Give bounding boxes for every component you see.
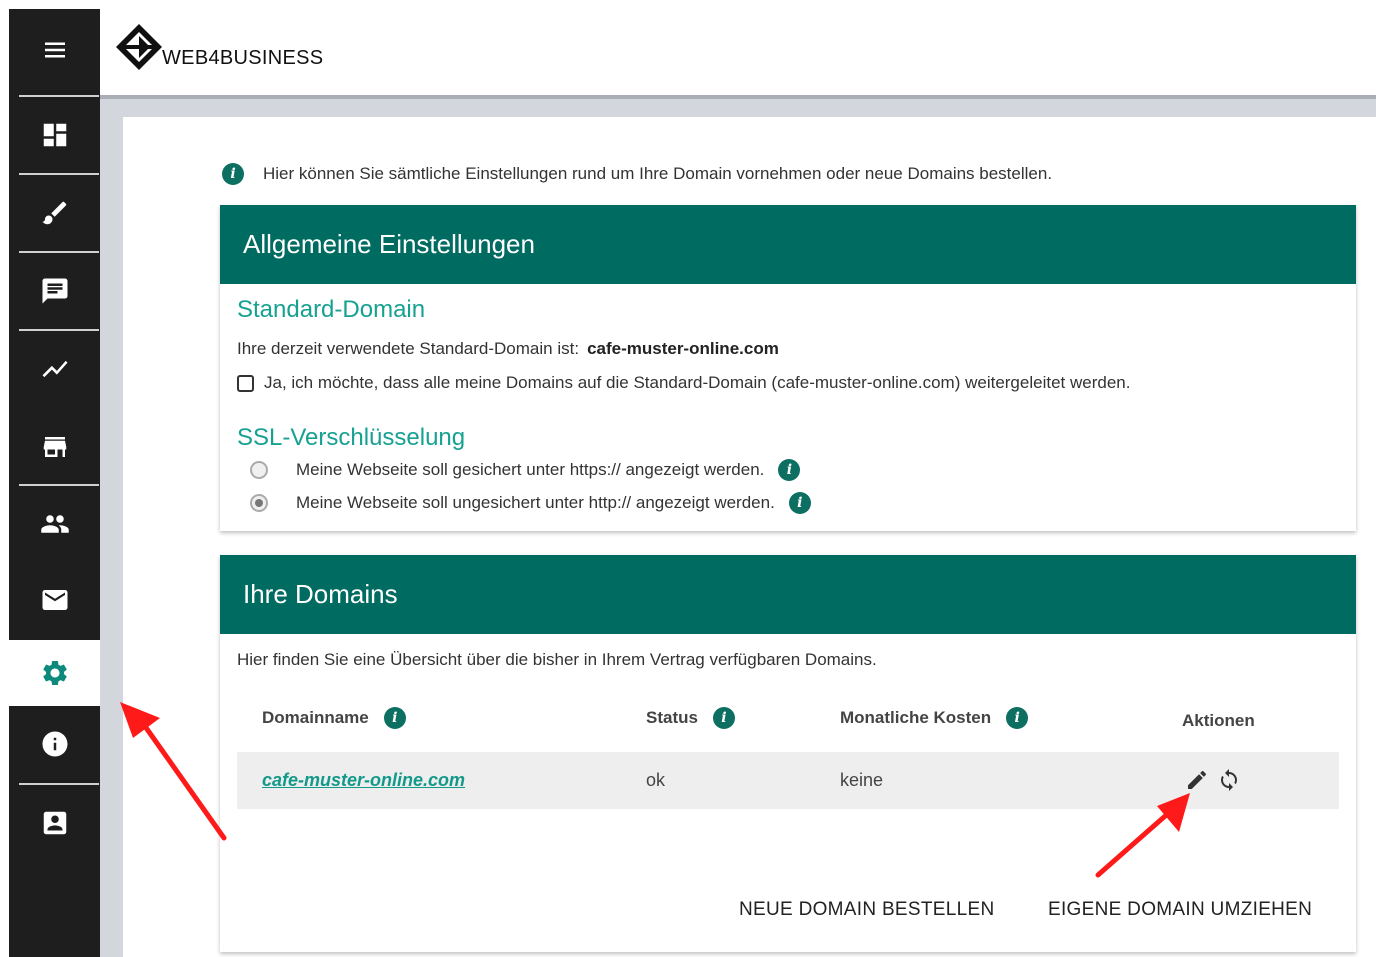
statistics-icon — [42, 360, 67, 378]
transfer-icon[interactable] — [1217, 768, 1241, 792]
redirect-option[interactable]: Ja, ich möchte, dass alle meine Domains … — [237, 373, 1130, 393]
general-settings-card: Allgemeine Einstellungen Standard-Domain… — [220, 205, 1356, 531]
info-icon[interactable]: i — [712, 707, 735, 729]
domains-card: Ihre Domains Hier finden Sie eine Übersi… — [220, 555, 1356, 952]
sidebar-item-settings[interactable] — [9, 640, 100, 706]
contact-icon — [43, 811, 66, 835]
logo-mark-icon — [116, 24, 162, 70]
ssl-title: SSL-Verschlüsselung — [237, 424, 466, 451]
info-icon[interactable]: i — [1006, 707, 1029, 729]
sidebar-item-info[interactable] — [9, 706, 100, 782]
header-shadow — [100, 95, 1376, 99]
column-label: Monatliche Kosten — [840, 708, 992, 727]
column-header-cost: Monatliche Kosten i — [840, 707, 1029, 729]
domains-description: Hier finden Sie eine Übersicht über die … — [237, 650, 877, 669]
ssl-option-http[interactable]: Meine Webseite soll ungesichert unter ht… — [250, 492, 811, 514]
redirect-label: Ja, ich möchte, dass alle meine Domains … — [264, 373, 1131, 392]
table-row: cafe-muster-online.com ok keine — [237, 752, 1339, 809]
message-icon — [42, 278, 67, 304]
redirect-checkbox[interactable] — [237, 374, 254, 392]
sidebar-item-design[interactable] — [9, 175, 100, 251]
intro-hint: i Hier können Sie sämtliche Einstellunge… — [222, 163, 1052, 185]
column-header-domain: Domainname i — [262, 707, 406, 729]
dashboard-icon — [43, 123, 66, 147]
sidebar — [9, 9, 100, 957]
sidebar-item-messages[interactable] — [9, 253, 100, 329]
column-header-status: Status i — [646, 707, 735, 729]
info-icon[interactable]: i — [778, 459, 801, 481]
standard-domain-info: Ihre derzeit verwendete Standard-Domain … — [237, 339, 779, 359]
domains-title: Ihre Domains — [220, 555, 1356, 634]
brand-logo[interactable]: WEB4BUSINESS — [114, 22, 323, 72]
ssl-option-https[interactable]: Meine Webseite soll gesichert unter http… — [250, 459, 801, 481]
sidebar-item-users[interactable] — [9, 486, 100, 562]
menu-icon — [44, 42, 65, 58]
app-header: WEB4BUSINESS — [100, 0, 1376, 95]
sidebar-item-statistics[interactable] — [9, 331, 100, 407]
brand-name: WEB4BUSINESS — [162, 47, 324, 69]
domain-cost: keine — [840, 770, 884, 790]
ssl-radio-http[interactable] — [250, 494, 268, 512]
column-label: Aktionen — [1182, 711, 1255, 730]
standard-domain-title: Standard-Domain — [237, 296, 426, 323]
column-header-actions: Aktionen — [1182, 711, 1255, 731]
info-icon[interactable]: i — [788, 492, 811, 514]
standard-domain-value: cafe-muster-online.com — [587, 339, 779, 358]
info-icon[interactable]: i — [383, 707, 406, 729]
sidebar-item-contact[interactable] — [9, 785, 100, 861]
radio-selected-dot — [255, 499, 263, 507]
intro-text: Hier können Sie sämtliche Einstellungen … — [263, 164, 1053, 183]
sidebar-item-mail[interactable] — [9, 562, 100, 638]
mail-icon — [42, 590, 67, 610]
settings-icon — [42, 661, 67, 685]
domain-status: ok — [646, 770, 666, 790]
info-circle-icon — [42, 731, 67, 757]
sidebar-item-shop[interactable] — [9, 409, 100, 485]
menu-button[interactable] — [9, 12, 100, 88]
ssl-option-https-label: Meine Webseite soll gesichert unter http… — [296, 460, 765, 479]
store-icon — [43, 437, 66, 457]
domain-link[interactable]: cafe-muster-online.com — [262, 770, 465, 791]
brush-icon — [42, 201, 66, 225]
people-icon — [40, 515, 69, 533]
sidebar-item-dashboard[interactable] — [9, 97, 100, 173]
column-label: Status — [646, 708, 698, 727]
column-label: Domainname — [262, 708, 369, 727]
general-settings-title: Allgemeine Einstellungen — [220, 205, 1356, 284]
ssl-option-http-label: Meine Webseite soll ungesichert unter ht… — [296, 493, 775, 512]
ssl-radio-https[interactable] — [250, 461, 268, 479]
edit-icon[interactable] — [1185, 768, 1209, 792]
info-icon: i — [222, 163, 244, 185]
standard-domain-label: Ihre derzeit verwendete Standard-Domain … — [237, 339, 580, 358]
order-domain-button[interactable]: NEUE DOMAIN BESTELLEN — [739, 899, 994, 921]
transfer-domain-button[interactable]: EIGENE DOMAIN UMZIEHEN — [1048, 899, 1312, 921]
